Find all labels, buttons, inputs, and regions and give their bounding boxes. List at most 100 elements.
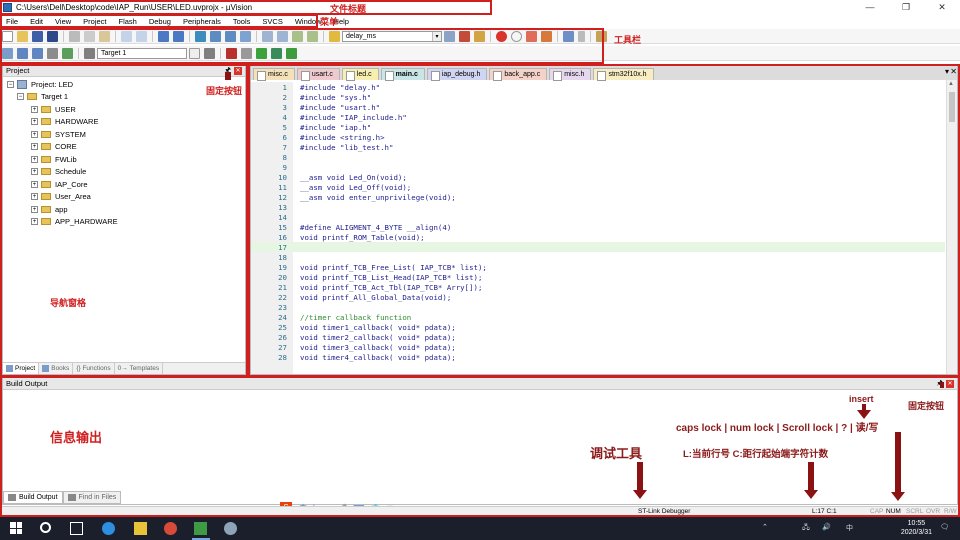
code-area[interactable]: 1 #include "delay.h" 2 #include "sys.h" 3 #in… [251, 80, 945, 374]
menu-edit[interactable]: Edit [24, 17, 49, 26]
unindent-icon[interactable] [277, 30, 288, 42]
tree-group-app-hardware[interactable]: + APP_HARDWARE [3, 216, 245, 229]
uncomment-icon[interactable] [307, 30, 318, 42]
target-options-icon[interactable] [204, 47, 215, 59]
code-line[interactable]: 1 #include "delay.h" [251, 82, 945, 92]
tab-project[interactable]: Project [3, 363, 40, 374]
code-line[interactable]: 17 [251, 242, 945, 252]
maximize-button[interactable]: ❐ [888, 0, 924, 14]
close-pane-icon[interactable]: ✕ [946, 380, 954, 388]
minimize-button[interactable]: — [852, 0, 888, 14]
tab-build-output[interactable]: Build Output [3, 491, 63, 504]
keil-uvision-icon[interactable] [194, 522, 207, 535]
code-line[interactable]: 16 void printf_ROM_Table(void); [251, 232, 945, 242]
notification-icon[interactable]: 🗨 [940, 523, 949, 531]
code-line[interactable]: 5 #include "iap.h" [251, 122, 945, 132]
expand-icon[interactable]: + [31, 130, 38, 138]
expand-icon[interactable]: + [31, 168, 38, 176]
menu-project[interactable]: Project [77, 17, 112, 26]
bookmark-icon[interactable] [195, 30, 206, 42]
tree-group-app[interactable]: + app [3, 203, 245, 216]
run-time-env-icon[interactable] [271, 47, 282, 59]
rebuild-icon[interactable] [32, 47, 43, 59]
tree-group-user[interactable]: + USER [3, 103, 245, 116]
save-all-icon[interactable] [47, 30, 58, 42]
tab-main-c[interactable]: main.c [380, 68, 425, 81]
close-button[interactable]: ✕ [924, 0, 960, 14]
undo-icon[interactable] [121, 30, 132, 42]
find-icon[interactable] [444, 30, 455, 42]
expand-icon[interactable]: + [31, 180, 38, 188]
kill-breakpoints-icon[interactable] [526, 30, 537, 42]
code-line[interactable]: 22 void printf_All_Global_Data(void); [251, 292, 945, 302]
code-line[interactable]: 11 __asm void Led_Off(void); [251, 182, 945, 192]
indent-icon[interactable] [262, 30, 273, 42]
code-line[interactable]: 3 #include "usart.h" [251, 102, 945, 112]
next-bookmark-icon[interactable] [225, 30, 236, 42]
vertical-scrollbar[interactable]: ▲ [946, 80, 957, 374]
code-line[interactable]: 14 [251, 212, 945, 222]
code-line[interactable]: 13 [251, 202, 945, 212]
code-line[interactable]: 19 void printf_TCB_Free_List( IAP_TCB* li… [251, 262, 945, 272]
manage-env-icon[interactable] [241, 47, 252, 59]
task-view-icon[interactable] [70, 522, 83, 535]
tab-functions[interactable]: {} Functions [73, 363, 115, 374]
code-line[interactable]: 26 void timer2_callback( void* pdata); [251, 332, 945, 342]
layout-dropdown-icon[interactable] [578, 30, 585, 42]
target-combo[interactable]: Target 1 [97, 47, 187, 59]
tab-misc-h[interactable]: misc.h [549, 68, 592, 81]
chevron-down-icon[interactable]: ▾ [432, 31, 441, 41]
close-pane-icon[interactable]: ✕ [234, 67, 242, 75]
function-combo[interactable]: delay_ms ▾ [342, 30, 442, 42]
code-line[interactable]: 4 #include "IAP_include.h" [251, 112, 945, 122]
configure-icon[interactable] [596, 30, 607, 42]
chrome-icon[interactable] [164, 522, 177, 535]
clock[interactable]: 10:55 2020/3/31 [901, 519, 932, 537]
tree-group-system[interactable]: + SYSTEM [3, 128, 245, 141]
tray-expand-icon[interactable]: ⌃ [762, 523, 768, 531]
tree-group-fwlib[interactable]: + FWLib [3, 153, 245, 166]
code-line[interactable]: 27 void timer3_callback( void* pdata); [251, 342, 945, 352]
code-line[interactable]: 21 void printf_TCB_Act_Tbl(IAP_TCB* Arry[… [251, 282, 945, 292]
tree-group-user-area[interactable]: + User_Area [3, 191, 245, 204]
nav-back-icon[interactable] [158, 30, 169, 42]
tab-usart-c[interactable]: usart.c [296, 68, 340, 81]
expand-icon[interactable]: + [31, 193, 38, 201]
comment-icon[interactable] [292, 30, 303, 42]
scroll-up-icon[interactable]: ▲ [948, 81, 954, 87]
expand-icon[interactable]: + [31, 118, 38, 126]
tray-lang[interactable]: 中 [846, 523, 853, 533]
expand-icon[interactable]: + [31, 155, 38, 163]
edge-browser-icon[interactable] [102, 522, 115, 535]
code-line[interactable]: 28 void timer4_callback( void* pdata); [251, 352, 945, 362]
copy-icon[interactable] [84, 30, 95, 42]
menu-peripherals[interactable]: Peripherals [177, 17, 227, 26]
code-line[interactable]: 18 [251, 252, 945, 262]
windows-start-icon[interactable] [10, 522, 22, 534]
search-icon[interactable] [40, 522, 51, 533]
tab-iap-debug-h[interactable]: iap_debug.h [426, 68, 488, 81]
translate-icon[interactable] [2, 47, 13, 59]
tree-group-core[interactable]: + CORE [3, 141, 245, 154]
menu-flash[interactable]: Flash [113, 17, 143, 26]
save-icon[interactable] [32, 30, 43, 42]
code-line[interactable]: 6 #include <string.h> [251, 132, 945, 142]
expand-icon[interactable]: + [31, 218, 38, 226]
menu-svcs[interactable]: SVCS [256, 17, 288, 26]
tab-templates[interactable]: 0→ Templates [115, 363, 164, 374]
build-icon[interactable] [17, 47, 28, 59]
find-in-files-icon[interactable] [329, 30, 340, 42]
close-tab-icon[interactable]: ✕ [950, 67, 957, 76]
load-icon[interactable] [84, 47, 95, 59]
tree-group-hardware[interactable]: + HARDWARE [3, 116, 245, 129]
menu-debug[interactable]: Debug [143, 17, 177, 26]
redo-icon[interactable] [136, 30, 147, 42]
code-line[interactable]: 2 #include "sys.h" [251, 92, 945, 102]
clear-bookmarks-icon[interactable] [240, 30, 251, 42]
tab-back-app-c[interactable]: back_app.c [489, 68, 548, 81]
incremental-find-icon[interactable] [459, 30, 470, 42]
paste-icon[interactable] [99, 30, 110, 42]
expand-icon[interactable]: + [31, 143, 38, 151]
code-line[interactable]: 23 [251, 302, 945, 312]
collapse-icon[interactable]: − [17, 93, 24, 101]
